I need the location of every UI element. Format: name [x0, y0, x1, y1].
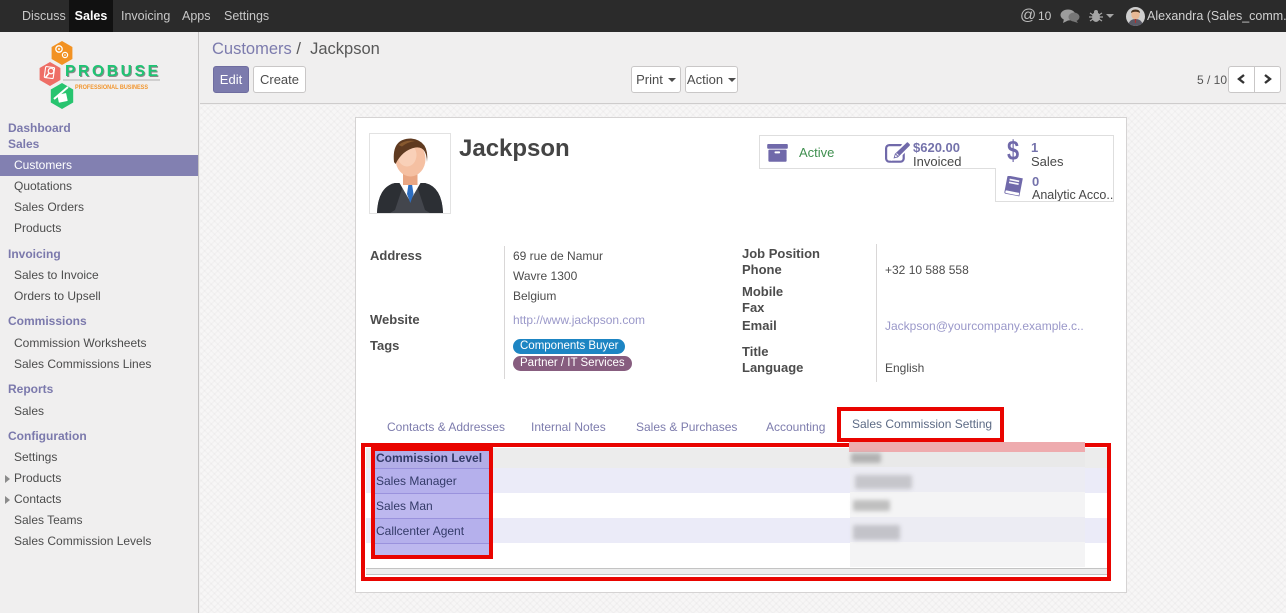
svg-text:PROBUSE: PROBUSE	[65, 63, 158, 80]
svg-text:PROFESSIONAL BUSINESS: PROFESSIONAL BUSINESS	[75, 84, 148, 91]
